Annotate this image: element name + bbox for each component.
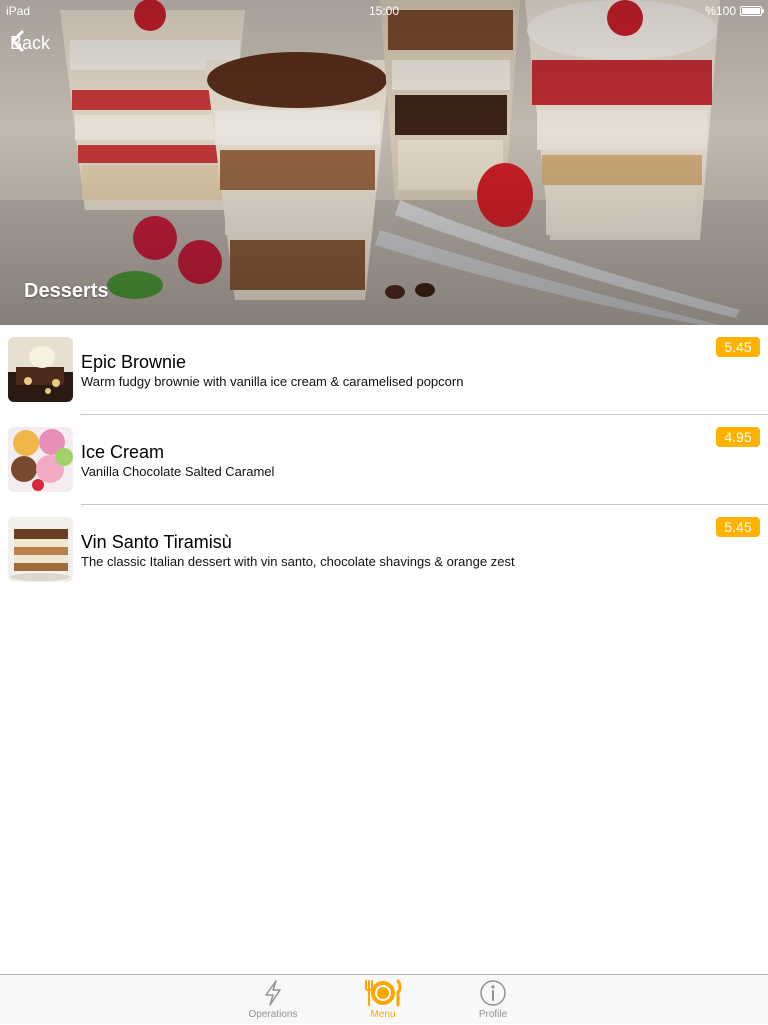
- menu-item-name: Vin Santo Tiramisù: [81, 532, 232, 552]
- battery-icon: [740, 6, 764, 16]
- battery-status: %100: [705, 4, 764, 18]
- hero-banner: iPad 15:00 %100 Back Desserts: [0, 0, 768, 325]
- menu-item-row[interactable]: Ice Cream Vanilla Chocolate Salted Caram…: [0, 415, 768, 505]
- menu-item-thumbnail: [8, 337, 73, 402]
- category-title: Desserts: [24, 280, 109, 302]
- plate-cutlery-icon: [365, 979, 402, 1007]
- menu-item-description: Vanilla Chocolate Salted Caramel: [81, 464, 275, 479]
- status-bar: iPad 15:00 %100: [0, 0, 768, 20]
- menu-item-row[interactable]: Vin Santo Tiramisù The classic Italian d…: [0, 505, 768, 595]
- tab-operations[interactable]: Operations: [218, 975, 328, 1025]
- tab-label: Operations: [248, 1009, 298, 1020]
- price-badge: 5.45: [716, 517, 760, 537]
- back-button[interactable]: Back: [10, 30, 50, 56]
- battery-percent: %100: [705, 4, 736, 18]
- menu-list: Epic Brownie Warm fudgy brownie with van…: [0, 325, 768, 595]
- tab-label: Profile: [478, 1009, 508, 1020]
- chevron-left-icon: [11, 30, 24, 52]
- menu-item-thumbnail: [8, 517, 73, 582]
- tab-profile[interactable]: Profile: [438, 975, 548, 1025]
- tab-bar: Operations Menu Profile: [0, 974, 768, 1024]
- lightning-icon: [265, 980, 281, 1006]
- price-badge: 5.45: [716, 337, 760, 357]
- clock: 15:00: [368, 4, 400, 18]
- price-badge: 4.95: [716, 427, 760, 447]
- menu-item-description: The classic Italian dessert with vin san…: [81, 554, 515, 569]
- info-icon: [480, 980, 506, 1006]
- menu-item-name: Ice Cream: [81, 442, 165, 462]
- tab-menu[interactable]: Menu: [328, 975, 438, 1025]
- tab-label: Menu: [370, 1009, 396, 1020]
- menu-item-description: Warm fudgy brownie with vanilla ice crea…: [81, 374, 464, 389]
- menu-item-thumbnail: [8, 427, 73, 492]
- menu-item-name: Epic Brownie: [81, 352, 187, 372]
- menu-item-row[interactable]: Epic Brownie Warm fudgy brownie with van…: [0, 325, 768, 415]
